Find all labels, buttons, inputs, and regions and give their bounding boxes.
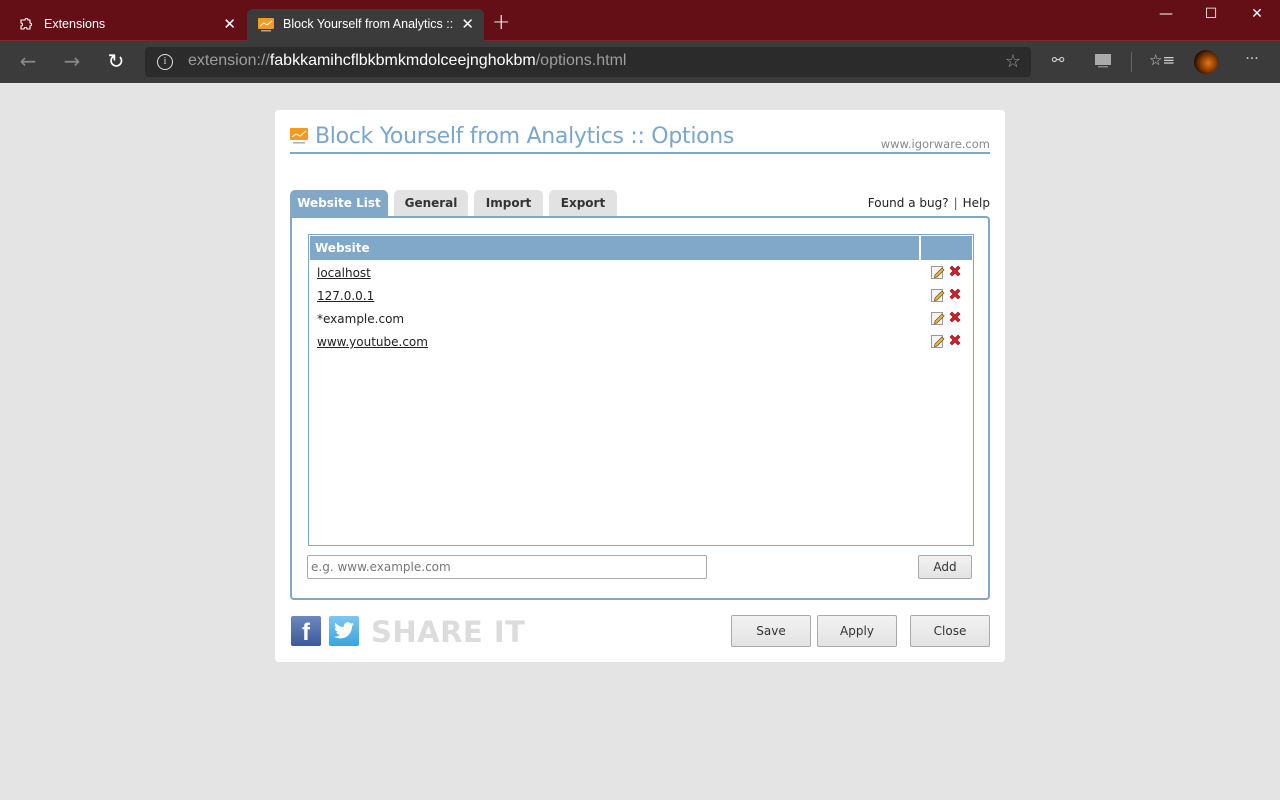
back-icon[interactable]: ← [16,50,40,74]
window-close-button[interactable]: ✕ [1234,6,1280,26]
add-button[interactable]: Add [918,555,972,579]
tab-label: Block Yourself from Analytics :: Options [283,17,455,31]
tab-export[interactable]: Export [549,190,617,217]
puzzle-icon [20,18,32,30]
help-links: Found a bug? | Help [868,196,990,210]
analytics-logo-icon [258,18,274,32]
url-path: /options.html [535,52,627,69]
website-entry: *example.com [317,312,405,326]
new-tab-button[interactable]: + [492,12,510,34]
table-row: 127.0.0.1 [317,285,967,308]
favorites-list-icon[interactable]: ☆≡ [1149,51,1175,73]
more-menu-icon[interactable]: ··· [1241,51,1263,73]
reload-icon[interactable]: ↻ [104,50,128,74]
url-scheme: extension:// [188,52,270,69]
analytics-logo-icon [290,128,308,144]
link-separator: | [953,196,958,210]
edit-icon[interactable] [931,334,945,348]
edit-icon[interactable] [931,265,945,279]
save-button[interactable]: Save [731,615,811,647]
tab-options[interactable]: Block Yourself from Analytics :: Options… [247,9,484,41]
tab-label: Extensions [44,17,106,31]
add-favorite-icon[interactable]: ☆ [1005,51,1021,72]
close-tab-icon[interactable]: ✕ [461,15,474,33]
facebook-icon[interactable]: f [291,616,321,646]
options-panel: Block Yourself from Analytics :: Options… [275,110,1005,662]
table-row: localhost [317,262,967,285]
apply-button[interactable]: Apply [817,615,897,647]
website-entry[interactable]: 127.0.0.1 [317,289,374,303]
delete-icon[interactable] [948,264,962,278]
tab-import[interactable]: Import [474,190,543,217]
delete-icon[interactable] [948,310,962,324]
page-title: Block Yourself from Analytics :: Options [315,124,735,149]
delete-icon[interactable] [948,287,962,301]
minimize-button[interactable]: — [1143,6,1189,26]
maximize-button[interactable]: ☐ [1188,6,1234,26]
options-header: Block Yourself from Analytics :: Options… [290,124,990,154]
browser-toolbar: ← → ↻ i extension://fabkkamihcflbkbmkmdo… [0,41,1280,83]
table-row: www.youtube.com [317,331,967,354]
browser-titlebar: Extensions ✕ Block Yourself from Analyti… [0,0,1280,41]
url-text[interactable]: extension://fabkkamihcflbkbmkmdolceejngh… [188,52,626,70]
share-it-label: SHARE IT [371,615,526,649]
found-bug-link[interactable]: Found a bug? [868,196,949,210]
profile-avatar[interactable] [1194,50,1218,74]
table-header: Website [310,236,972,260]
edit-icon[interactable] [931,288,945,302]
tab-general[interactable]: General [394,190,468,217]
info-icon[interactable]: i [157,54,173,70]
help-link[interactable]: Help [963,196,990,210]
url-host: fabkkamihcflbkbmkmdolceejnghokbm [269,52,536,69]
column-header-website: Website [310,236,921,260]
tab-website-list[interactable]: Website List [290,190,388,217]
table-row: *example.com [317,308,967,331]
website-entry[interactable]: www.youtube.com [317,335,428,349]
extension-analytics-icon[interactable] [1092,51,1114,73]
toolbar-divider [1131,52,1132,72]
igorware-link[interactable]: www.igorware.com [881,137,990,151]
tab-extensions[interactable]: Extensions ✕ [0,9,246,41]
edit-icon[interactable] [931,311,945,325]
website-list-panel: Website localhost 127.0.0.1 *example.com ww… [290,216,990,600]
forward-icon[interactable]: → [60,50,84,74]
website-entry[interactable]: localhost [317,266,371,280]
close-tab-icon[interactable]: ✕ [223,15,236,33]
extension-link-icon[interactable]: ⚯ [1047,51,1069,73]
address-bar[interactable]: i extension://fabkkamihcflbkbmkmdolceejn… [145,47,1031,77]
close-button[interactable]: Close [910,615,990,647]
twitter-icon[interactable] [329,616,359,646]
website-input[interactable] [307,555,707,579]
website-table: Website localhost 127.0.0.1 *example.com ww… [308,234,974,546]
delete-icon[interactable] [948,333,962,347]
